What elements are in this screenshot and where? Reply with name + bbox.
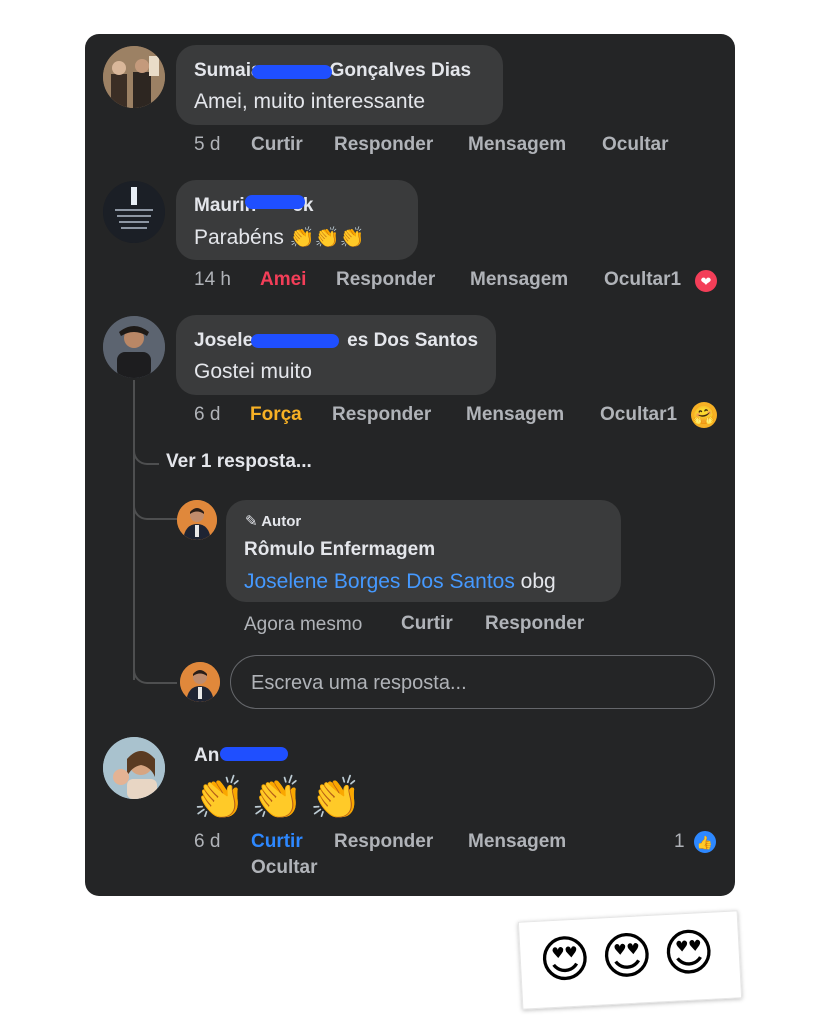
message-button[interactable]: Mensagem bbox=[470, 269, 568, 291]
emoji-sticker: 😍 😍 😍 bbox=[517, 910, 743, 1010]
avatar[interactable] bbox=[103, 316, 165, 378]
redaction bbox=[245, 195, 305, 209]
like-button[interactable]: Curtir bbox=[251, 831, 303, 853]
avatar[interactable] bbox=[103, 737, 165, 799]
comments-panel: Sumaia Gonçalves Dias Amei, muito interes… bbox=[85, 34, 735, 896]
thread-line bbox=[133, 380, 135, 680]
comment-text: Parabéns 👏👏👏 bbox=[194, 226, 365, 249]
view-replies-link[interactable]: Ver 1 resposta... bbox=[166, 451, 312, 473]
reply-button[interactable]: Responder bbox=[334, 831, 433, 853]
hide-button[interactable]: Ocultar bbox=[251, 857, 318, 879]
reaction-count: 1 bbox=[674, 831, 685, 852]
thread-connector bbox=[133, 492, 177, 520]
hide-button[interactable]: Ocultar1 bbox=[604, 269, 681, 291]
like-button[interactable]: Força bbox=[250, 404, 302, 426]
like-icon[interactable]: 👍 bbox=[692, 829, 718, 855]
thread-connector bbox=[133, 662, 177, 684]
clap-emoji: 👏👏👏 bbox=[193, 774, 368, 821]
hide-button[interactable]: Ocultar bbox=[602, 134, 669, 156]
comment-time: 6 d bbox=[194, 404, 221, 425]
redaction bbox=[220, 747, 288, 761]
comment-time: 6 d bbox=[194, 831, 221, 852]
reaction-count: 1 bbox=[666, 404, 678, 425]
message-button[interactable]: Mensagem bbox=[466, 404, 564, 426]
mention-link[interactable]: Joselene Borges Dos Santos bbox=[244, 570, 515, 593]
reply-input-box[interactable] bbox=[230, 655, 715, 710]
comment-text: Gostei muito bbox=[194, 360, 312, 383]
pencil-icon: ✎ bbox=[245, 513, 258, 530]
comment-time: 14 h bbox=[194, 269, 231, 290]
reply-button[interactable]: Responder bbox=[332, 404, 431, 426]
redaction bbox=[252, 65, 332, 79]
reply-author[interactable]: Rômulo Enfermagem bbox=[244, 539, 435, 561]
message-button[interactable]: Mensagem bbox=[468, 831, 566, 853]
clap-emoji: 👏👏👏 bbox=[289, 227, 365, 249]
thread-connector bbox=[133, 439, 159, 465]
heart-eyes-emoji: 😍 bbox=[661, 923, 717, 983]
like-button[interactable]: Curtir bbox=[251, 134, 303, 156]
comment-text: Amei, muito interessante bbox=[194, 90, 426, 113]
author-badge: ✎ Autor bbox=[245, 513, 302, 530]
like-button[interactable]: Amei bbox=[260, 269, 306, 291]
reply-button[interactable]: Responder bbox=[336, 269, 435, 291]
like-button[interactable]: Curtir bbox=[401, 613, 453, 635]
avatar[interactable] bbox=[103, 181, 165, 243]
reply-button[interactable]: Responder bbox=[334, 134, 433, 156]
avatar bbox=[180, 662, 220, 702]
reaction-count: 1 bbox=[670, 269, 682, 290]
heart-eyes-emoji: 😍 bbox=[599, 926, 655, 986]
reply-time: Agora mesmo bbox=[244, 614, 363, 635]
reply-text: Joselene Borges Dos Santos obg bbox=[244, 570, 556, 593]
avatar[interactable] bbox=[177, 500, 217, 540]
comment-author[interactable]: An bbox=[194, 745, 219, 767]
comment-time: 5 d bbox=[194, 134, 221, 155]
heart-icon[interactable]: ❤ bbox=[693, 268, 719, 294]
hug-icon[interactable]: 🤗 bbox=[691, 402, 717, 428]
reply-button[interactable]: Responder bbox=[485, 613, 584, 635]
heart-eyes-emoji: 😍 bbox=[537, 930, 593, 989]
comment-author[interactable]: Sumaia Gonçalves Dias bbox=[194, 60, 471, 82]
reply-input[interactable] bbox=[249, 656, 693, 710]
redaction bbox=[251, 334, 339, 348]
avatar[interactable] bbox=[103, 46, 165, 108]
hide-button[interactable]: Ocultar1 bbox=[600, 404, 677, 426]
message-button[interactable]: Mensagem bbox=[468, 134, 566, 156]
